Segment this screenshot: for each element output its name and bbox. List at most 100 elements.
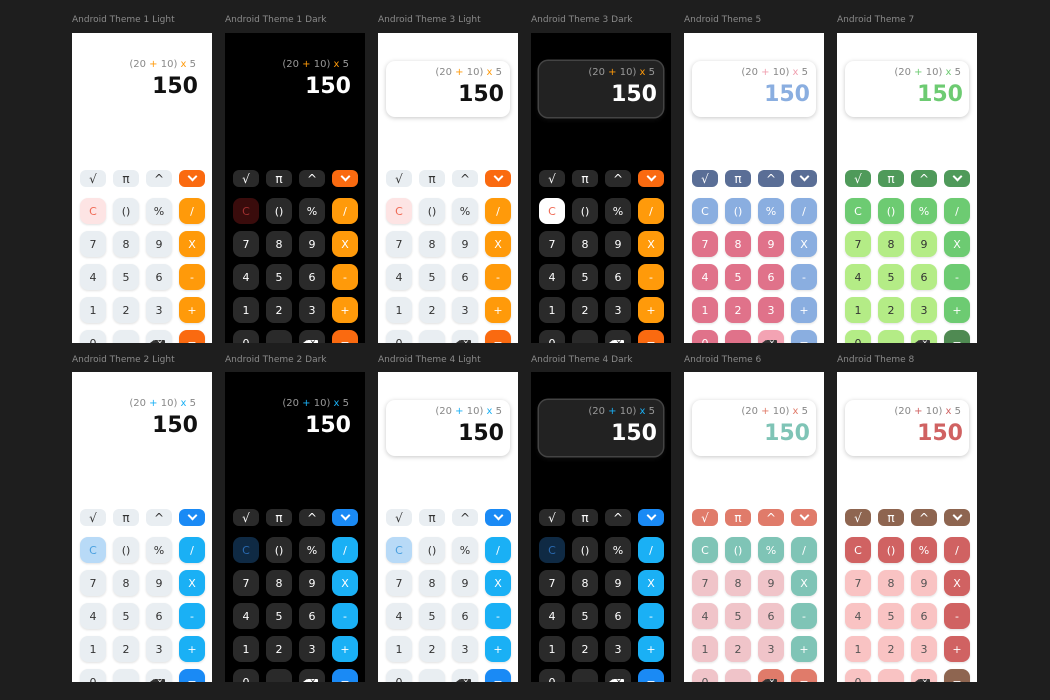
digit-3-key[interactable]: 3 bbox=[299, 636, 325, 662]
plus-key[interactable]: + bbox=[638, 636, 664, 662]
power-key[interactable]: ^ bbox=[911, 509, 937, 526]
digit-5-key[interactable]: 5 bbox=[419, 264, 445, 290]
plus-key[interactable]: + bbox=[791, 297, 817, 323]
divide-key[interactable]: / bbox=[332, 537, 358, 563]
multiply-key[interactable]: X bbox=[332, 231, 358, 257]
digit-9-key[interactable]: 9 bbox=[452, 231, 478, 257]
digit-9-key[interactable]: 9 bbox=[452, 570, 478, 596]
digit-4-key[interactable]: 4 bbox=[80, 264, 106, 290]
pi-key[interactable]: π bbox=[266, 170, 292, 187]
digit-8-key[interactable]: 8 bbox=[266, 570, 292, 596]
digit-1-key[interactable]: 1 bbox=[539, 636, 565, 662]
digit-4-key[interactable]: 4 bbox=[233, 264, 259, 290]
divide-key[interactable]: / bbox=[638, 198, 664, 224]
digit-6-key[interactable]: 6 bbox=[605, 264, 631, 290]
digit-6-key[interactable]: 6 bbox=[758, 264, 784, 290]
digit-4-key[interactable]: 4 bbox=[80, 603, 106, 629]
parentheses-key[interactable]: () bbox=[878, 537, 904, 563]
multiply-key[interactable]: X bbox=[179, 570, 205, 596]
decimal-key[interactable]: . bbox=[878, 330, 904, 343]
backspace-key[interactable] bbox=[758, 330, 784, 343]
expand-key[interactable] bbox=[332, 509, 358, 526]
backspace-key[interactable] bbox=[452, 330, 478, 343]
digit-3-key[interactable]: 3 bbox=[299, 297, 325, 323]
pi-key[interactable]: π bbox=[113, 170, 139, 187]
parentheses-key[interactable]: () bbox=[266, 537, 292, 563]
digit-9-key[interactable]: 9 bbox=[299, 570, 325, 596]
divide-key[interactable]: / bbox=[179, 198, 205, 224]
multiply-key[interactable]: X bbox=[791, 570, 817, 596]
backspace-key[interactable] bbox=[146, 330, 172, 343]
expand-key[interactable] bbox=[485, 170, 511, 187]
digit-8-key[interactable]: 8 bbox=[725, 570, 751, 596]
digit-9-key[interactable]: 9 bbox=[911, 231, 937, 257]
multiply-key[interactable]: X bbox=[485, 570, 511, 596]
percent-key[interactable]: % bbox=[911, 198, 937, 224]
digit-6-key[interactable]: 6 bbox=[146, 603, 172, 629]
decimal-key[interactable]: . bbox=[113, 330, 139, 343]
digit-4-key[interactable]: 4 bbox=[539, 603, 565, 629]
multiply-key[interactable]: X bbox=[944, 570, 970, 596]
minus-key[interactable]: - bbox=[485, 264, 511, 290]
digit-5-key[interactable]: 5 bbox=[113, 603, 139, 629]
plus-key[interactable]: + bbox=[179, 636, 205, 662]
expand-key[interactable] bbox=[485, 509, 511, 526]
decimal-key[interactable]: . bbox=[266, 330, 292, 343]
digit-1-key[interactable]: 1 bbox=[692, 636, 718, 662]
power-key[interactable]: ^ bbox=[452, 170, 478, 187]
digit-9-key[interactable]: 9 bbox=[146, 570, 172, 596]
power-key[interactable]: ^ bbox=[299, 170, 325, 187]
expand-key[interactable] bbox=[332, 170, 358, 187]
sqrt-key[interactable]: √ bbox=[233, 170, 259, 187]
equals-key[interactable]: = bbox=[485, 330, 511, 343]
decimal-key[interactable]: . bbox=[878, 669, 904, 682]
digit-0-key[interactable]: 0 bbox=[386, 330, 412, 343]
decimal-key[interactable]: . bbox=[725, 330, 751, 343]
digit-7-key[interactable]: 7 bbox=[539, 570, 565, 596]
digit-7-key[interactable]: 7 bbox=[539, 231, 565, 257]
expand-key[interactable] bbox=[638, 509, 664, 526]
multiply-key[interactable]: X bbox=[638, 231, 664, 257]
digit-8-key[interactable]: 8 bbox=[419, 570, 445, 596]
digit-6-key[interactable]: 6 bbox=[299, 603, 325, 629]
sqrt-key[interactable]: √ bbox=[233, 509, 259, 526]
sqrt-key[interactable]: √ bbox=[539, 170, 565, 187]
sqrt-key[interactable]: √ bbox=[386, 509, 412, 526]
multiply-key[interactable]: X bbox=[485, 231, 511, 257]
clear-key[interactable]: C bbox=[692, 198, 718, 224]
plus-key[interactable]: + bbox=[485, 297, 511, 323]
equals-key[interactable]: = bbox=[179, 330, 205, 343]
digit-7-key[interactable]: 7 bbox=[233, 570, 259, 596]
clear-key[interactable]: C bbox=[80, 537, 106, 563]
percent-key[interactable]: % bbox=[605, 537, 631, 563]
digit-3-key[interactable]: 3 bbox=[452, 636, 478, 662]
pi-key[interactable]: π bbox=[266, 509, 292, 526]
equals-key[interactable]: = bbox=[791, 669, 817, 682]
digit-8-key[interactable]: 8 bbox=[113, 231, 139, 257]
parentheses-key[interactable]: () bbox=[878, 198, 904, 224]
digit-3-key[interactable]: 3 bbox=[758, 297, 784, 323]
backspace-key[interactable] bbox=[299, 330, 325, 343]
parentheses-key[interactable]: () bbox=[725, 198, 751, 224]
digit-1-key[interactable]: 1 bbox=[233, 297, 259, 323]
power-key[interactable]: ^ bbox=[146, 509, 172, 526]
parentheses-key[interactable]: () bbox=[572, 537, 598, 563]
digit-7-key[interactable]: 7 bbox=[845, 231, 871, 257]
power-key[interactable]: ^ bbox=[605, 509, 631, 526]
digit-5-key[interactable]: 5 bbox=[572, 603, 598, 629]
digit-2-key[interactable]: 2 bbox=[572, 636, 598, 662]
digit-1-key[interactable]: 1 bbox=[80, 297, 106, 323]
plus-key[interactable]: + bbox=[332, 297, 358, 323]
digit-7-key[interactable]: 7 bbox=[692, 231, 718, 257]
clear-key[interactable]: C bbox=[233, 198, 259, 224]
digit-8-key[interactable]: 8 bbox=[878, 231, 904, 257]
minus-key[interactable]: - bbox=[179, 264, 205, 290]
digit-6-key[interactable]: 6 bbox=[911, 603, 937, 629]
digit-0-key[interactable]: 0 bbox=[80, 330, 106, 343]
digit-2-key[interactable]: 2 bbox=[572, 297, 598, 323]
minus-key[interactable]: - bbox=[179, 603, 205, 629]
decimal-key[interactable]: . bbox=[572, 330, 598, 343]
decimal-key[interactable]: . bbox=[113, 669, 139, 682]
power-key[interactable]: ^ bbox=[299, 509, 325, 526]
backspace-key[interactable] bbox=[911, 669, 937, 682]
